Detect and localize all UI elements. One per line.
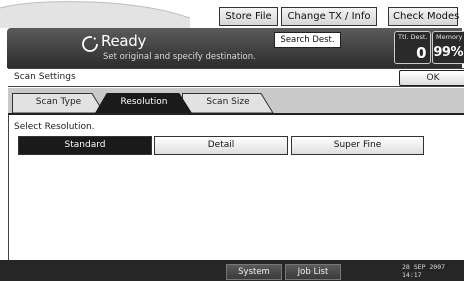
scan-settings-title: Scan Settings [14,72,76,82]
resolution-super-fine-button[interactable]: Super Fine [291,136,424,155]
tab-scan-type[interactable]: Scan Type [12,93,105,113]
select-resolution-label: Select Resolution. [14,122,95,132]
job-list-button[interactable]: Job List [285,264,341,280]
memory-value: 99% [433,45,463,60]
search-destination-button[interactable]: Search Dest. [274,32,341,48]
status-title: Ready [101,32,147,50]
ready-circle-icon [82,36,98,52]
tab-scan-type-label: Scan Type [35,97,82,107]
ok-button[interactable]: OK [399,70,464,86]
resolution-detail-button[interactable]: Detail [154,136,288,155]
resolution-panel: Select Resolution. Standard Detail Super… [8,115,464,260]
total-destinations-label: Ttl. Dest. [398,33,428,41]
store-file-button[interactable]: Store File [219,7,278,26]
resolution-standard-button[interactable]: Standard [18,136,152,155]
tab-strip: Scan Type Scan Size Resolution [8,88,464,115]
tab-scan-size[interactable]: Scan Size [182,93,274,113]
change-tx-info-button[interactable]: Change TX / Info [281,7,377,26]
check-modes-button[interactable]: Check Modes [388,7,459,26]
date-text: 28 SEP 2007 [402,263,446,271]
scan-settings-header: Scan Settings OK [8,68,464,87]
top-bar-curve-decoration [0,1,190,28]
memory-label: Memory [436,33,463,41]
total-destinations-value: 0 [416,44,426,62]
bottom-bar: System Status Job List 28 SEP 2007 14:17 [0,260,464,281]
time-text: 14:17 [402,271,422,279]
status-message: Set original and specify destination. [103,52,256,62]
status-panel: Ready Set original and specify destinati… [7,28,464,68]
tab-resolution-label: Resolution [120,97,168,107]
tab-resolution[interactable]: Resolution [95,93,193,114]
system-status-button[interactable]: System Status [226,264,282,280]
date-time-display: 28 SEP 2007 14:17 [402,263,445,279]
top-bar: Store File Change TX / Info Check Modes [0,0,464,28]
memory-counter: Memory 99% [432,31,464,64]
tab-scan-size-label: Scan Size [206,97,250,107]
total-destinations-counter: Ttl. Dest. 0 [394,31,431,64]
